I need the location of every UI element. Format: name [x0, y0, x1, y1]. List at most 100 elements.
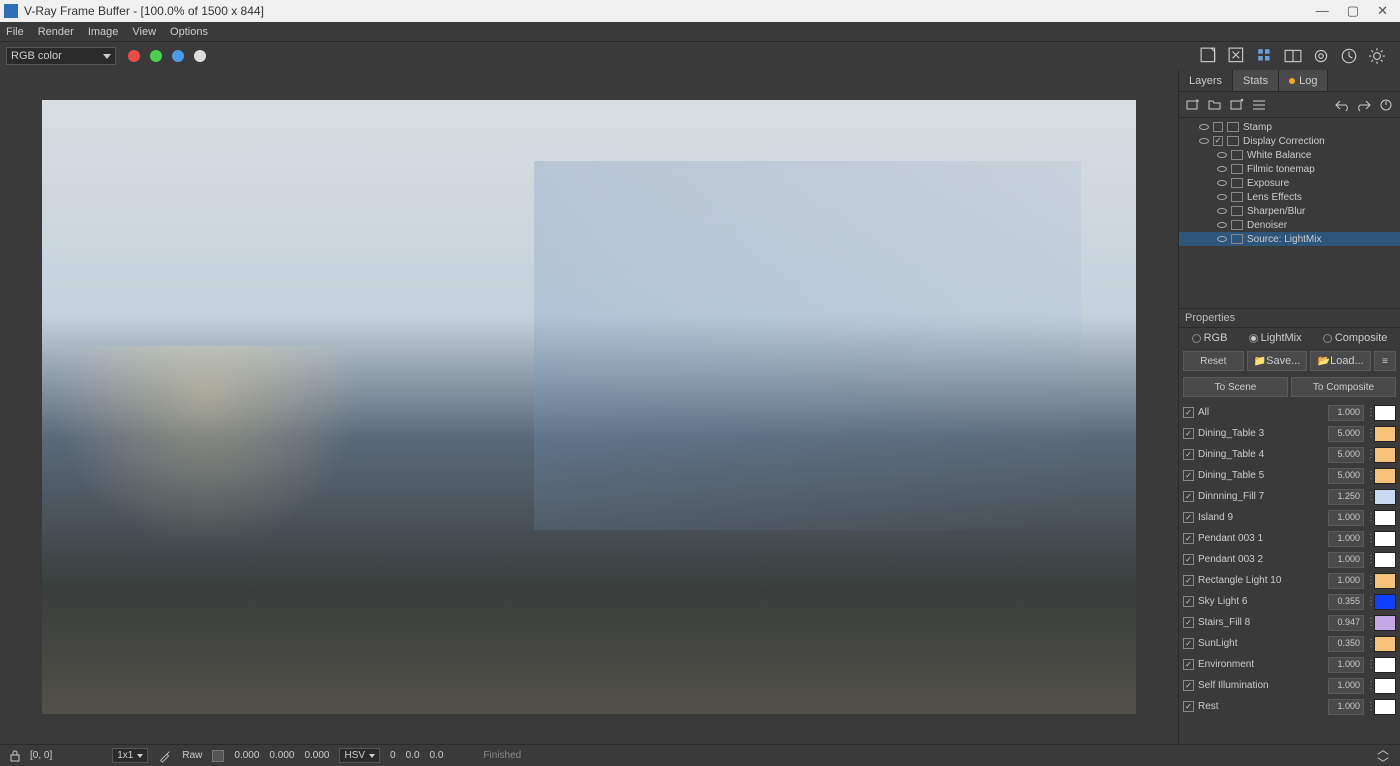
light-options-icon[interactable]: ⋮ [1366, 449, 1372, 460]
light-multiplier-input[interactable]: 1.000 [1328, 573, 1364, 589]
revert-icon[interactable] [1378, 97, 1394, 113]
light-multiplier-input[interactable]: 1.000 [1328, 678, 1364, 694]
light-name[interactable]: Dining_Table 5 [1196, 470, 1326, 481]
add-folder-icon[interactable] [1207, 97, 1223, 113]
channel-select[interactable]: RGB color [6, 47, 116, 65]
reset-button[interactable]: Reset [1183, 351, 1244, 371]
save-image-icon[interactable] [1200, 47, 1218, 65]
menu-file[interactable]: File [6, 26, 24, 38]
light-name[interactable]: Dining_Table 4 [1196, 449, 1326, 460]
light-options-icon[interactable]: ⋮ [1366, 512, 1372, 523]
light-enable-checkbox[interactable] [1183, 407, 1194, 418]
light-options-icon[interactable]: ⋮ [1366, 701, 1372, 712]
light-enable-checkbox[interactable] [1183, 491, 1194, 502]
light-color-swatch[interactable] [1374, 657, 1396, 673]
light-name[interactable]: SunLight [1196, 638, 1326, 649]
region-render-icon[interactable] [1256, 47, 1274, 65]
zoom-select[interactable]: 1x1 [112, 748, 148, 763]
undo-icon[interactable] [1334, 97, 1350, 113]
layer-stamp[interactable]: Stamp [1179, 120, 1400, 134]
layer-sub-item[interactable]: Lens Effects [1179, 190, 1400, 204]
light-multiplier-input[interactable]: 0.355 [1328, 594, 1364, 610]
light-multiplier-input[interactable]: 0.350 [1328, 636, 1364, 652]
visibility-icon[interactable] [1199, 138, 1209, 144]
light-color-swatch[interactable] [1374, 426, 1396, 442]
settings-icon[interactable] [1368, 47, 1386, 65]
light-color-swatch[interactable] [1374, 531, 1396, 547]
light-multiplier-input[interactable]: 1.000 [1328, 510, 1364, 526]
light-name[interactable]: Dining_Table 3 [1196, 428, 1326, 439]
eyedropper-icon[interactable] [158, 749, 172, 763]
light-options-icon[interactable]: ⋮ [1366, 638, 1372, 649]
light-enable-checkbox[interactable] [1183, 554, 1194, 565]
light-enable-checkbox[interactable] [1183, 617, 1194, 628]
visibility-icon[interactable] [1217, 152, 1227, 158]
to-composite-button[interactable]: To Composite [1291, 377, 1396, 397]
blue-channel-dot[interactable] [172, 50, 184, 62]
light-name[interactable]: Sky Light 6 [1196, 596, 1326, 607]
light-options-icon[interactable]: ⋮ [1366, 470, 1372, 481]
layer-sub-item[interactable]: Source: LightMix [1179, 232, 1400, 246]
radio-lightmix[interactable]: LightMix [1249, 332, 1302, 344]
viewport[interactable] [0, 70, 1178, 744]
light-name[interactable]: Rectangle Light 10 [1196, 575, 1326, 586]
light-color-swatch[interactable] [1374, 552, 1396, 568]
compare-icon[interactable] [1284, 47, 1302, 65]
light-color-swatch[interactable] [1374, 615, 1396, 631]
load-button[interactable]: 📂Load... [1310, 351, 1371, 371]
light-color-swatch[interactable] [1374, 594, 1396, 610]
layer-sub-item[interactable]: Sharpen/Blur [1179, 204, 1400, 218]
light-enable-checkbox[interactable] [1183, 596, 1194, 607]
to-scene-button[interactable]: To Scene [1183, 377, 1288, 397]
light-enable-checkbox[interactable] [1183, 575, 1194, 586]
visibility-icon[interactable] [1217, 166, 1227, 172]
visibility-icon[interactable] [1217, 194, 1227, 200]
minimize-button[interactable]: — [1316, 3, 1329, 19]
light-multiplier-input[interactable]: 1.000 [1328, 405, 1364, 421]
light-options-icon[interactable]: ⋮ [1366, 659, 1372, 670]
history-icon[interactable] [1340, 47, 1358, 65]
lens-effects-icon[interactable] [1312, 47, 1330, 65]
light-multiplier-input[interactable]: 1.000 [1328, 552, 1364, 568]
tab-layers[interactable]: Layers [1179, 70, 1233, 91]
enable-checkbox[interactable] [1213, 122, 1223, 132]
lock-icon[interactable] [10, 750, 20, 762]
layer-sub-item[interactable]: White Balance [1179, 148, 1400, 162]
light-options-icon[interactable]: ⋮ [1366, 575, 1372, 586]
light-multiplier-input[interactable]: 5.000 [1328, 468, 1364, 484]
light-enable-checkbox[interactable] [1183, 680, 1194, 691]
light-enable-checkbox[interactable] [1183, 533, 1194, 544]
light-color-swatch[interactable] [1374, 636, 1396, 652]
visibility-icon[interactable] [1199, 124, 1209, 130]
light-multiplier-input[interactable]: 5.000 [1328, 447, 1364, 463]
light-options-icon[interactable]: ⋮ [1366, 491, 1372, 502]
visibility-icon[interactable] [1217, 222, 1227, 228]
light-color-swatch[interactable] [1374, 489, 1396, 505]
visibility-icon[interactable] [1217, 208, 1227, 214]
light-color-swatch[interactable] [1374, 573, 1396, 589]
layer-sub-item[interactable]: Filmic tonemap [1179, 162, 1400, 176]
light-name[interactable]: All [1196, 407, 1326, 418]
light-color-swatch[interactable] [1374, 405, 1396, 421]
light-color-swatch[interactable] [1374, 699, 1396, 715]
light-color-swatch[interactable] [1374, 447, 1396, 463]
light-name[interactable]: Stairs_Fill 8 [1196, 617, 1326, 628]
menu-image[interactable]: Image [88, 26, 119, 38]
layer-menu-icon[interactable] [1251, 97, 1267, 113]
maximize-button[interactable]: ▢ [1347, 3, 1359, 19]
list-options-button[interactable]: ≡ [1374, 351, 1396, 371]
radio-rgb[interactable]: RGB [1192, 332, 1228, 344]
radio-composite[interactable]: Composite [1323, 332, 1388, 344]
light-multiplier-input[interactable]: 1.000 [1328, 531, 1364, 547]
save-button[interactable]: 📁Save... [1247, 351, 1308, 371]
light-multiplier-input[interactable]: 5.000 [1328, 426, 1364, 442]
light-options-icon[interactable]: ⋮ [1366, 428, 1372, 439]
layer-sub-item[interactable]: Denoiser [1179, 218, 1400, 232]
light-name[interactable]: Island 9 [1196, 512, 1326, 523]
add-layer-icon[interactable] [1185, 97, 1201, 113]
light-name[interactable]: Self Illumination [1196, 680, 1326, 691]
enable-checkbox[interactable] [1213, 136, 1223, 146]
light-options-icon[interactable]: ⋮ [1366, 680, 1372, 691]
light-color-swatch[interactable] [1374, 468, 1396, 484]
light-options-icon[interactable]: ⋮ [1366, 554, 1372, 565]
